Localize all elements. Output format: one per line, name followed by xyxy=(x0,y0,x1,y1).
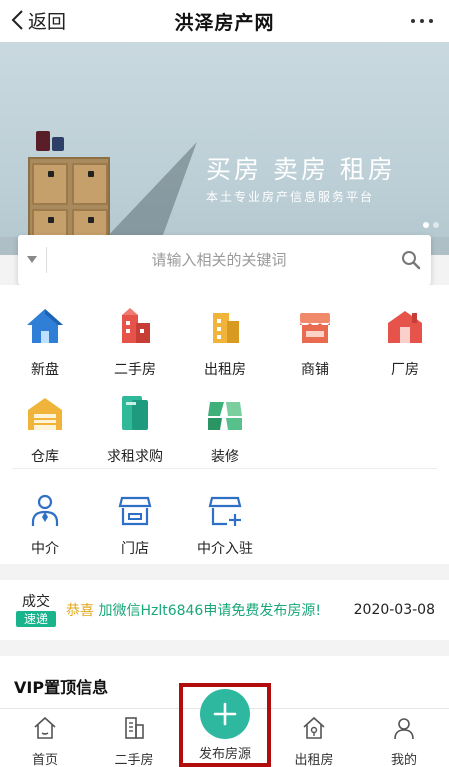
search-icon xyxy=(402,251,421,270)
ticker-date: 2020-03-08 xyxy=(353,602,435,618)
nav-mine[interactable]: 我的 xyxy=(369,715,439,767)
nav-label: 出租房 xyxy=(294,753,334,767)
nav-label: 首页 xyxy=(31,753,58,767)
building-icon xyxy=(122,308,150,343)
section-divider xyxy=(12,468,437,469)
banner-slogan: 买房 卖房 租房 xyxy=(206,155,396,184)
search-button[interactable] xyxy=(391,250,431,270)
publish-label: 发布房源 xyxy=(198,747,251,762)
ticker-highlight: 恭喜 xyxy=(66,603,94,619)
deal-ticker[interactable]: 成交 速递 恭喜 加微信Hzlt6846申请免费发布房源! 2020-03-08 xyxy=(0,580,449,640)
cup-icon xyxy=(52,137,64,151)
category-grid: 新盘 二手房 出租房 商铺 厂房 仓库 求租求购 装修 xyxy=(0,285,449,468)
category-label: 出租房 xyxy=(204,362,246,378)
user-icon xyxy=(394,718,414,740)
page: 返回 洪泽房产网 买房 卖房 租房 本土专业房产信息服务平台 请输入相关的关键词… xyxy=(0,0,449,767)
category-label: 仓库 xyxy=(31,449,59,465)
nav-second-hand[interactable]: 二手房 xyxy=(99,715,169,767)
category-rental[interactable]: 出租房 xyxy=(180,305,270,379)
category-label: 二手房 xyxy=(114,362,156,378)
carousel-dot xyxy=(423,222,429,228)
category-wanted[interactable]: 求租求购 xyxy=(90,392,180,466)
building-icon xyxy=(213,313,239,343)
category-label: 厂房 xyxy=(391,362,419,378)
agent-entry[interactable]: 中介 xyxy=(0,492,90,558)
category-new-homes[interactable]: 新盘 xyxy=(0,305,90,379)
back-button[interactable]: 返回 xyxy=(10,6,66,34)
nav-label: 我的 xyxy=(390,753,417,767)
category-shops[interactable]: 商铺 xyxy=(270,305,360,379)
nav-home[interactable]: 首页 xyxy=(10,715,80,767)
agent-join-entry[interactable]: 中介入驻 xyxy=(180,492,270,558)
banner-subslogan: 本土专业房产信息服务平台 xyxy=(206,190,375,204)
shop-icon xyxy=(300,313,330,343)
category-label: 装修 xyxy=(211,449,239,465)
cards-icon xyxy=(122,396,148,430)
cup-icon xyxy=(36,131,50,151)
chevron-left-icon xyxy=(11,10,23,30)
deal-badge-line1: 成交 xyxy=(22,593,50,610)
category-label: 新盘 xyxy=(31,362,59,378)
search-input[interactable] xyxy=(47,251,391,269)
store-icon xyxy=(118,496,152,526)
store-entry[interactable]: 门店 xyxy=(90,492,180,558)
deal-badge: 成交 速递 xyxy=(16,594,56,627)
house-icon xyxy=(27,309,63,343)
ticker-body: 加微信Hzlt6846申请免费发布房源! xyxy=(98,603,321,619)
category-label: 求租求购 xyxy=(107,449,163,465)
category-second-hand[interactable]: 二手房 xyxy=(90,305,180,379)
nav-rental[interactable]: 出租房 xyxy=(279,715,349,767)
agent-grid: 中介 门店 中介入驻 xyxy=(0,468,449,564)
agent-label: 门店 xyxy=(121,541,149,557)
agent-label: 中介 xyxy=(31,541,59,557)
plus-icon xyxy=(213,702,237,726)
more-dots-icon xyxy=(411,19,415,23)
page-title: 洪泽房产网 xyxy=(174,11,275,34)
search-bar xyxy=(18,235,431,285)
back-label: 返回 xyxy=(28,10,67,33)
ticker-message: 恭喜 加微信Hzlt6846申请免费发布房源! xyxy=(66,600,321,620)
vip-title: VIP置顶信息 xyxy=(14,678,109,697)
agent-label: 中介入驻 xyxy=(197,541,253,557)
category-renovation[interactable]: 装修 xyxy=(180,392,270,466)
carousel-dot xyxy=(433,222,439,228)
search-type-dropdown[interactable] xyxy=(18,256,46,264)
carousel-dots xyxy=(423,222,439,228)
category-warehouse[interactable]: 仓库 xyxy=(0,392,90,466)
warehouse-icon xyxy=(28,398,62,430)
caret-down-icon xyxy=(27,256,37,263)
home-icon xyxy=(34,716,56,739)
top-bar: 返回 洪泽房产网 xyxy=(0,0,449,42)
deal-badge-line2: 速递 xyxy=(16,610,56,627)
category-label: 商铺 xyxy=(301,362,329,378)
publish-button[interactable] xyxy=(200,689,250,739)
factory-icon xyxy=(388,311,422,343)
category-factory[interactable]: 厂房 xyxy=(360,305,449,379)
nav-label: 二手房 xyxy=(114,753,154,767)
renovation-icon xyxy=(208,402,242,430)
promo-banner[interactable]: 买房 卖房 租房 本土专业房产信息服务平台 xyxy=(0,42,449,255)
store-add-icon xyxy=(208,496,242,526)
agent-person-icon xyxy=(31,494,59,526)
building-icon xyxy=(125,717,144,739)
more-menu-button[interactable] xyxy=(411,10,433,32)
house-key-icon xyxy=(303,716,325,739)
